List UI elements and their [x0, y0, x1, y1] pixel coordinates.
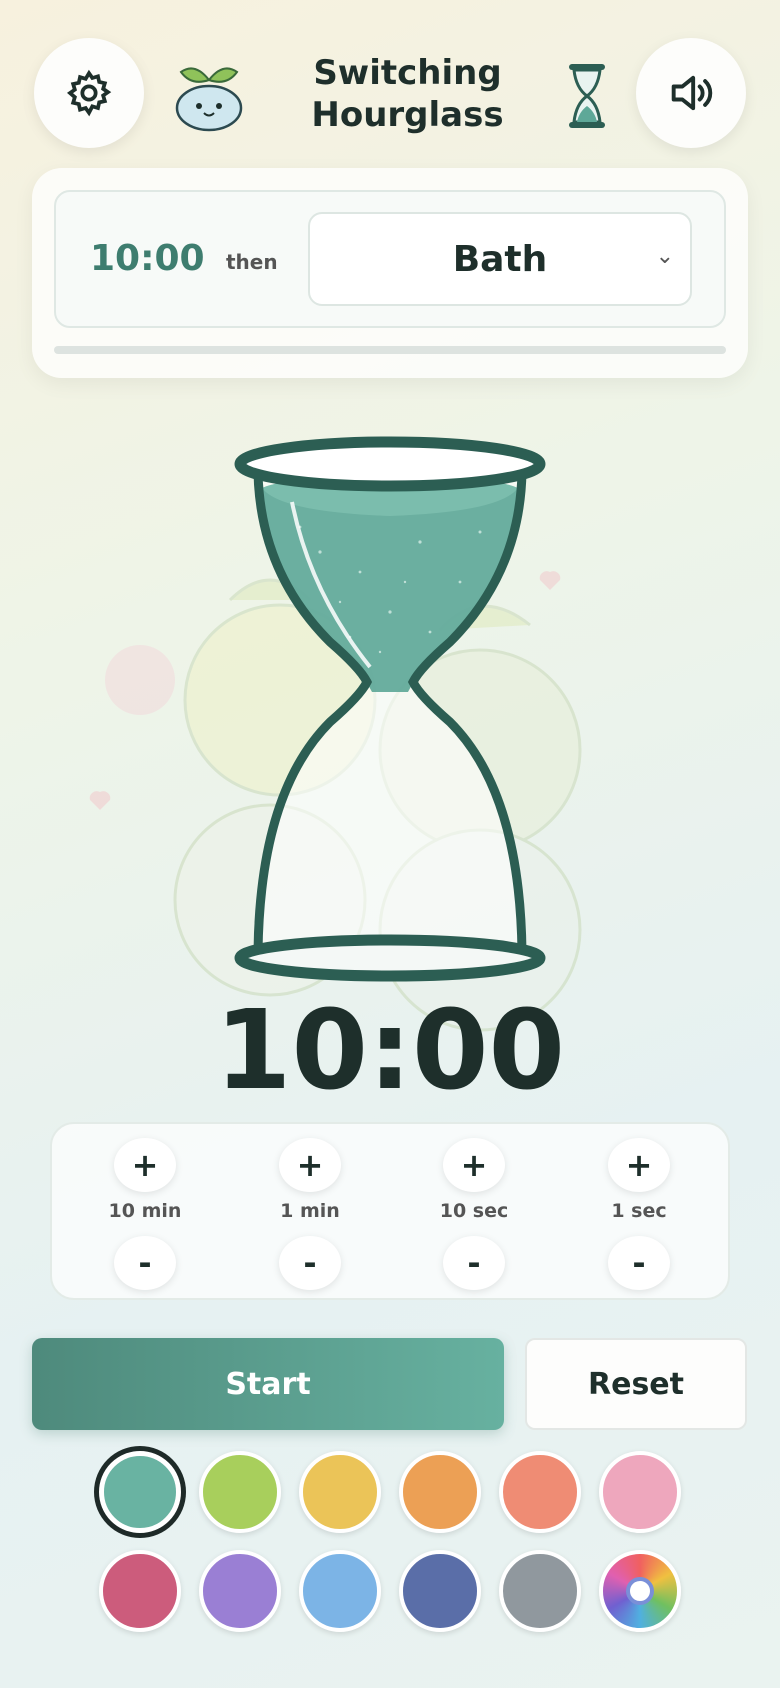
- color-swatch-navy[interactable]: [399, 1550, 481, 1632]
- color-swatch-yellow[interactable]: [299, 1451, 381, 1533]
- schedule-row: 10:00 then Bath ⌄: [54, 190, 726, 328]
- chevron-down-icon: ⌄: [655, 244, 674, 269]
- adjust-label: 1 min: [280, 1200, 340, 1222]
- schedule-time: 10:00: [90, 238, 205, 279]
- settings-button[interactable]: [34, 38, 144, 148]
- color-swatch-raspberry[interactable]: [99, 1550, 181, 1632]
- schedule-progress-bar: [54, 346, 726, 354]
- title-line-1: Switching: [313, 53, 502, 93]
- adjust-label: 10 min: [108, 1200, 182, 1222]
- color-wheel-icon: [626, 1577, 654, 1605]
- subtract-10-min-button[interactable]: -: [114, 1236, 176, 1290]
- color-swatch-purple[interactable]: [199, 1550, 281, 1632]
- then-label: then: [226, 250, 278, 274]
- add-10-min-button[interactable]: +: [114, 1138, 176, 1192]
- next-activity-value: Bath: [452, 238, 548, 280]
- adjust-10-sec: + 10 sec -: [399, 1138, 549, 1290]
- time-adjust-panel: + 10 min - + 1 min - + 10 sec - + 1 sec …: [50, 1122, 730, 1300]
- adjust-label: 1 sec: [611, 1200, 667, 1222]
- color-swatch-sky-blue[interactable]: [299, 1550, 381, 1632]
- title-line-2: Hourglass: [311, 95, 504, 135]
- app-title: Switching Hourglass: [300, 52, 515, 136]
- color-swatch-pink[interactable]: [599, 1451, 681, 1533]
- hourglass-graphic: [234, 436, 546, 982]
- color-swatch-coral[interactable]: [499, 1451, 581, 1533]
- subtract-1-sec-button[interactable]: -: [608, 1236, 670, 1290]
- gear-icon: [66, 69, 112, 117]
- color-swatch-gray[interactable]: [499, 1550, 581, 1632]
- adjust-1-sec: + 1 sec -: [564, 1138, 714, 1290]
- color-swatch-lime[interactable]: [199, 1451, 281, 1533]
- adjust-1-min: + 1 min -: [235, 1138, 385, 1290]
- next-activity-select[interactable]: Bath ⌄: [308, 212, 692, 306]
- custom-color-picker[interactable]: [599, 1550, 681, 1632]
- add-10-sec-button[interactable]: +: [443, 1138, 505, 1192]
- sprout-mascot-icon: [175, 67, 243, 132]
- start-button[interactable]: Start: [32, 1338, 504, 1430]
- subtract-10-sec-button[interactable]: -: [443, 1236, 505, 1290]
- speaker-icon: [671, 75, 713, 111]
- color-swatch-teal[interactable]: [99, 1451, 181, 1533]
- add-1-min-button[interactable]: +: [279, 1138, 341, 1192]
- color-swatch-orange[interactable]: [399, 1451, 481, 1533]
- adjust-label: 10 sec: [439, 1200, 509, 1222]
- timer-display: 10:00: [214, 986, 566, 1114]
- add-1-sec-button[interactable]: +: [608, 1138, 670, 1192]
- subtract-1-min-button[interactable]: -: [279, 1236, 341, 1290]
- reset-button[interactable]: Reset: [525, 1338, 747, 1430]
- adjust-10-min: + 10 min -: [70, 1138, 220, 1290]
- hourglass-icon: [569, 64, 605, 128]
- schedule-card: 10:00 then Bath ⌄: [32, 168, 748, 378]
- sound-toggle-button[interactable]: [636, 38, 746, 148]
